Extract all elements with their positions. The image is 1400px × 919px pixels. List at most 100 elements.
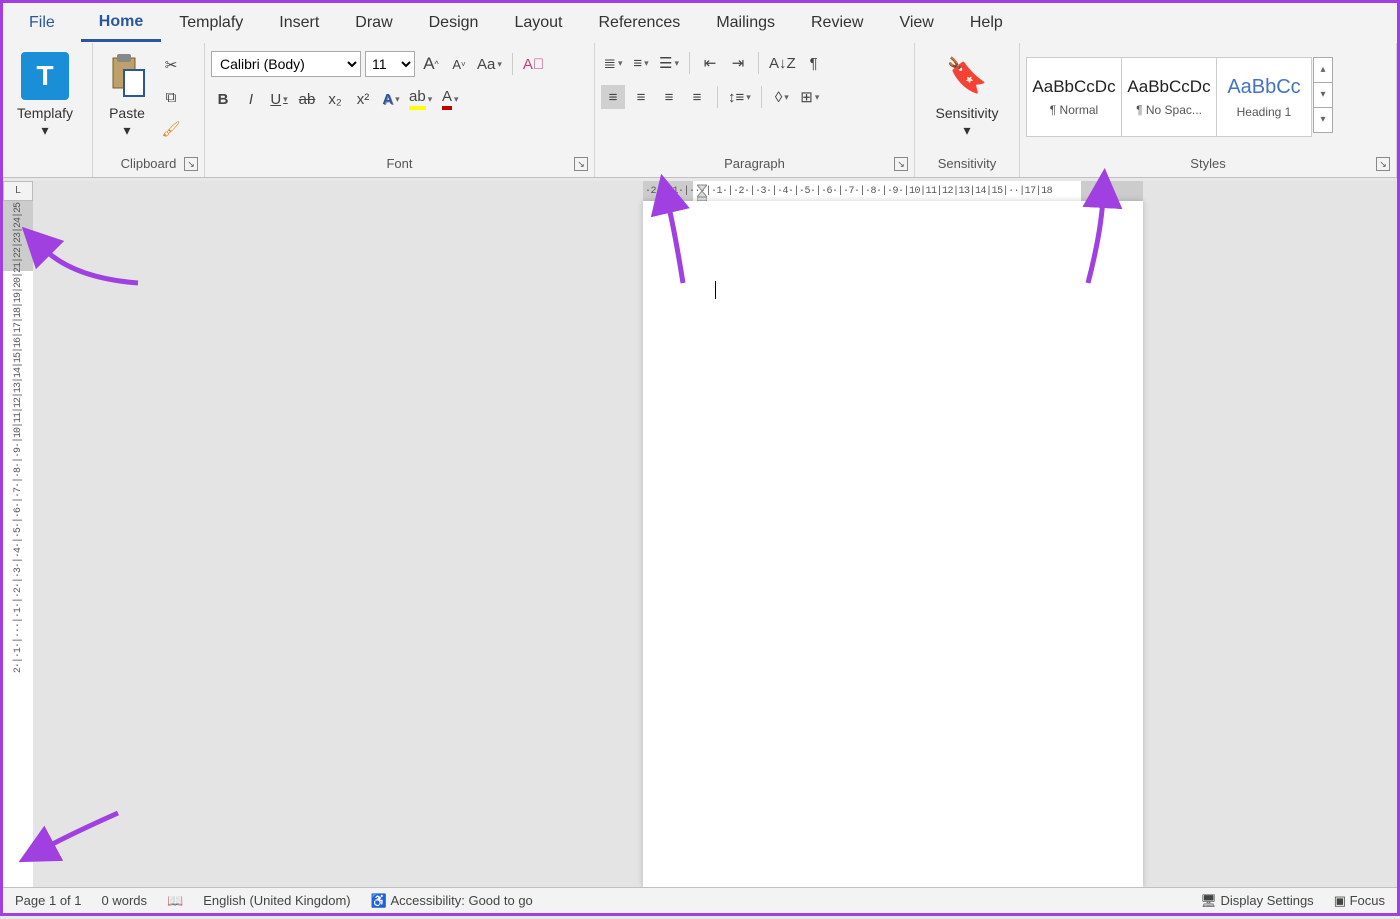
- align-justify-icon: ≡: [693, 89, 702, 106]
- display-icon: 🖥: [1200, 893, 1220, 908]
- styles-scroll-up[interactable]: ▴: [1313, 57, 1333, 83]
- clipboard-launcher[interactable]: ↘: [184, 157, 198, 171]
- accessibility-icon: ♿: [371, 893, 391, 908]
- group-label-paragraph: Paragraph: [601, 152, 908, 177]
- align-left-button[interactable]: ≡: [601, 85, 625, 109]
- align-center-icon: ≡: [637, 89, 646, 106]
- indent-marker-icon[interactable]: [697, 181, 707, 201]
- style-normal[interactable]: AaBbCcDc ¶ Normal: [1026, 57, 1122, 137]
- horizontal-ruler[interactable]: ·2·|·1·|···|·1·|·2·|·3·|·4·|·5·|·6·|·7·|…: [643, 181, 1143, 201]
- status-spellcheck[interactable]: 📖: [167, 893, 183, 909]
- tab-draw[interactable]: Draw: [337, 6, 410, 40]
- sensitivity-button[interactable]: 🔖 Sensitivity▾: [927, 47, 1006, 143]
- change-case-button[interactable]: Aa: [475, 52, 504, 76]
- bullets-button[interactable]: ≣: [601, 51, 625, 75]
- font-size-select[interactable]: 11: [365, 51, 415, 77]
- font-name-select[interactable]: Calibri (Body): [211, 51, 361, 77]
- bold-button[interactable]: B: [211, 87, 235, 111]
- pilcrow-icon: ¶: [810, 55, 818, 72]
- bullets-icon: ≣: [603, 54, 616, 72]
- cut-button[interactable]: ✂: [159, 53, 183, 77]
- align-right-button[interactable]: ≡: [657, 85, 681, 109]
- book-icon: 📖: [167, 893, 183, 908]
- highlight-button[interactable]: ab: [407, 87, 434, 111]
- numbering-button[interactable]: ≡: [629, 51, 653, 75]
- format-painter-button[interactable]: 🖌: [159, 117, 183, 141]
- font-color-icon: A: [442, 88, 452, 110]
- decrease-indent-button[interactable]: ⇤: [698, 51, 722, 75]
- line-spacing-icon: ↕≡: [728, 89, 744, 106]
- templafy-button[interactable]: T Templafy▾: [9, 47, 81, 143]
- status-accessibility[interactable]: ♿ Accessibility: Good to go: [371, 893, 533, 909]
- styles-launcher[interactable]: ↘: [1376, 157, 1390, 171]
- sort-button[interactable]: A↓Z: [767, 51, 798, 75]
- tab-home[interactable]: Home: [81, 5, 161, 42]
- grow-font-button[interactable]: A^: [419, 52, 443, 76]
- indent-icon: ⇥: [732, 54, 745, 72]
- tab-layout[interactable]: Layout: [496, 6, 580, 40]
- font-color-button[interactable]: A: [438, 87, 462, 111]
- tab-insert[interactable]: Insert: [261, 6, 337, 40]
- borders-button[interactable]: ⊞: [798, 85, 822, 109]
- highlight-icon: ab: [409, 88, 426, 110]
- shading-button[interactable]: ◊: [770, 85, 794, 109]
- ribbon: T Templafy▾ Paste▾ ✂ ⧉ 🖌 Clipboard ↘: [3, 43, 1397, 178]
- tab-references[interactable]: References: [580, 6, 698, 40]
- underline-button[interactable]: U: [267, 87, 291, 111]
- font-launcher[interactable]: ↘: [574, 157, 588, 171]
- sensitivity-icon: 🔖: [946, 56, 988, 96]
- status-page[interactable]: Page 1 of 1: [15, 893, 82, 908]
- show-marks-button[interactable]: ¶: [802, 51, 826, 75]
- vertical-ruler[interactable]: 2·|·1·|···|·1·|·2·|·3·|·4·|·5·|·6·|·7·|·…: [3, 201, 33, 887]
- paste-button[interactable]: Paste▾: [99, 47, 155, 143]
- tab-design[interactable]: Design: [411, 6, 497, 40]
- subscript-button[interactable]: x₂: [323, 87, 347, 111]
- strikethrough-button[interactable]: ab: [295, 87, 319, 111]
- tab-view[interactable]: View: [881, 6, 951, 40]
- multilevel-icon: ☰: [659, 54, 672, 72]
- numbering-icon: ≡: [633, 55, 642, 72]
- status-display-settings[interactable]: 🖥 Display Settings: [1200, 893, 1313, 909]
- text-cursor: [715, 281, 716, 299]
- tab-file[interactable]: File: [11, 6, 73, 40]
- superscript-button[interactable]: x²: [351, 87, 375, 111]
- styles-gallery: AaBbCcDc ¶ Normal AaBbCcDc ¶ No Spac... …: [1026, 47, 1333, 137]
- group-label-font: Font: [211, 152, 588, 177]
- tab-selector[interactable]: L: [3, 181, 33, 201]
- borders-icon: ⊞: [800, 88, 813, 106]
- status-word-count[interactable]: 0 words: [102, 893, 148, 908]
- italic-button[interactable]: I: [239, 87, 263, 111]
- style-heading-1[interactable]: AaBbCc Heading 1: [1216, 57, 1312, 137]
- style-no-spacing[interactable]: AaBbCcDc ¶ No Spac...: [1121, 57, 1217, 137]
- group-label-styles: Styles: [1026, 152, 1390, 177]
- ribbon-tabs: File Home Templafy Insert Draw Design La…: [3, 3, 1397, 43]
- scissors-icon: ✂: [165, 56, 178, 74]
- status-language[interactable]: English (United Kingdom): [203, 893, 350, 908]
- copy-button[interactable]: ⧉: [159, 85, 183, 109]
- clear-format-button[interactable]: A⃠: [521, 52, 546, 76]
- tab-help[interactable]: Help: [952, 6, 1021, 40]
- focus-icon: ▣: [1334, 893, 1350, 908]
- outdent-icon: ⇤: [704, 54, 717, 72]
- status-bar: Page 1 of 1 0 words 📖 English (United Ki…: [3, 887, 1397, 913]
- multilevel-button[interactable]: ☰: [657, 51, 681, 75]
- tab-mailings[interactable]: Mailings: [698, 6, 793, 40]
- tab-templafy[interactable]: Templafy: [161, 6, 261, 40]
- brush-icon: 🖌: [161, 120, 180, 138]
- group-label-sensitivity: Sensitivity: [921, 152, 1013, 177]
- shrink-font-button[interactable]: A˅: [447, 52, 471, 76]
- align-center-button[interactable]: ≡: [629, 85, 653, 109]
- eraser-icon: A⃠: [523, 56, 544, 73]
- sort-icon: A↓Z: [769, 55, 796, 72]
- increase-indent-button[interactable]: ⇥: [726, 51, 750, 75]
- text-effects-button[interactable]: A: [379, 87, 403, 111]
- document-page[interactable]: [643, 201, 1143, 887]
- paragraph-launcher[interactable]: ↘: [894, 157, 908, 171]
- tab-review[interactable]: Review: [793, 6, 881, 40]
- status-focus[interactable]: ▣ Focus: [1334, 893, 1385, 909]
- line-spacing-button[interactable]: ↕≡: [726, 85, 753, 109]
- styles-scroll-down[interactable]: ▾: [1313, 82, 1333, 108]
- align-justify-button[interactable]: ≡: [685, 85, 709, 109]
- styles-expand[interactable]: ▾: [1313, 107, 1333, 133]
- templafy-icon: T: [21, 52, 69, 100]
